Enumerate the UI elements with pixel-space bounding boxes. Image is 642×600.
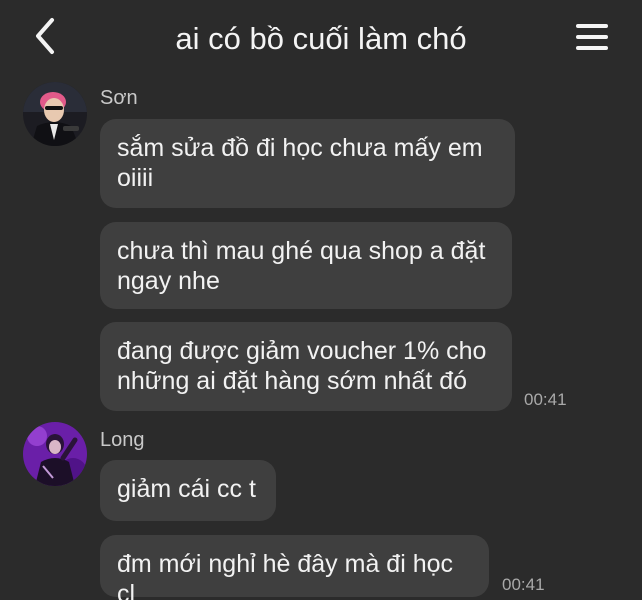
avatar-son-image [23, 82, 87, 146]
message-text: đm mới nghỉ hè đây mà đi học cl [117, 550, 453, 600]
message-bubble[interactable]: chưa thì mau ghé qua shop a đặt ngay nhe [100, 222, 512, 309]
message-text: chưa thì mau ghé qua shop a đặt ngay nhe [117, 237, 486, 295]
hamburger-menu-icon [576, 24, 608, 50]
message-timestamp: 00:41 [524, 390, 567, 409]
message-text: đang được giảm voucher 1% cho những ai đ… [117, 337, 487, 395]
avatar-long-image [23, 422, 87, 486]
message-text: giảm cái cc t [117, 475, 256, 503]
chevron-left-icon [36, 18, 54, 54]
message-bubble[interactable]: đm mới nghỉ hè đây mà đi học cl [100, 535, 489, 600]
menu-button[interactable] [572, 18, 612, 56]
avatar-long[interactable] [23, 422, 87, 486]
message-bubble[interactable]: sắm sửa đồ đi học chưa mấy em oiiii [100, 119, 515, 208]
chat-header: ai có bồ cuối làm chó [0, 0, 642, 78]
message-text: sắm sửa đồ đi học chưa mấy em oiiii [117, 134, 483, 192]
avatar-son[interactable] [23, 82, 87, 146]
back-button[interactable] [30, 16, 66, 56]
message-timestamp: 00:41 [502, 575, 545, 594]
chat-screen: ai có bồ cuối làm chó Sơn sắm sửa đồ đi … [0, 0, 642, 600]
message-bubble[interactable]: đang được giảm voucher 1% cho những ai đ… [100, 322, 512, 411]
sender-name-long: Long [100, 429, 145, 451]
sender-name-son: Sơn [100, 87, 138, 109]
conversation-title: ai có bồ cuối làm chó [175, 21, 467, 56]
message-bubble[interactable]: giảm cái cc t [100, 460, 276, 521]
